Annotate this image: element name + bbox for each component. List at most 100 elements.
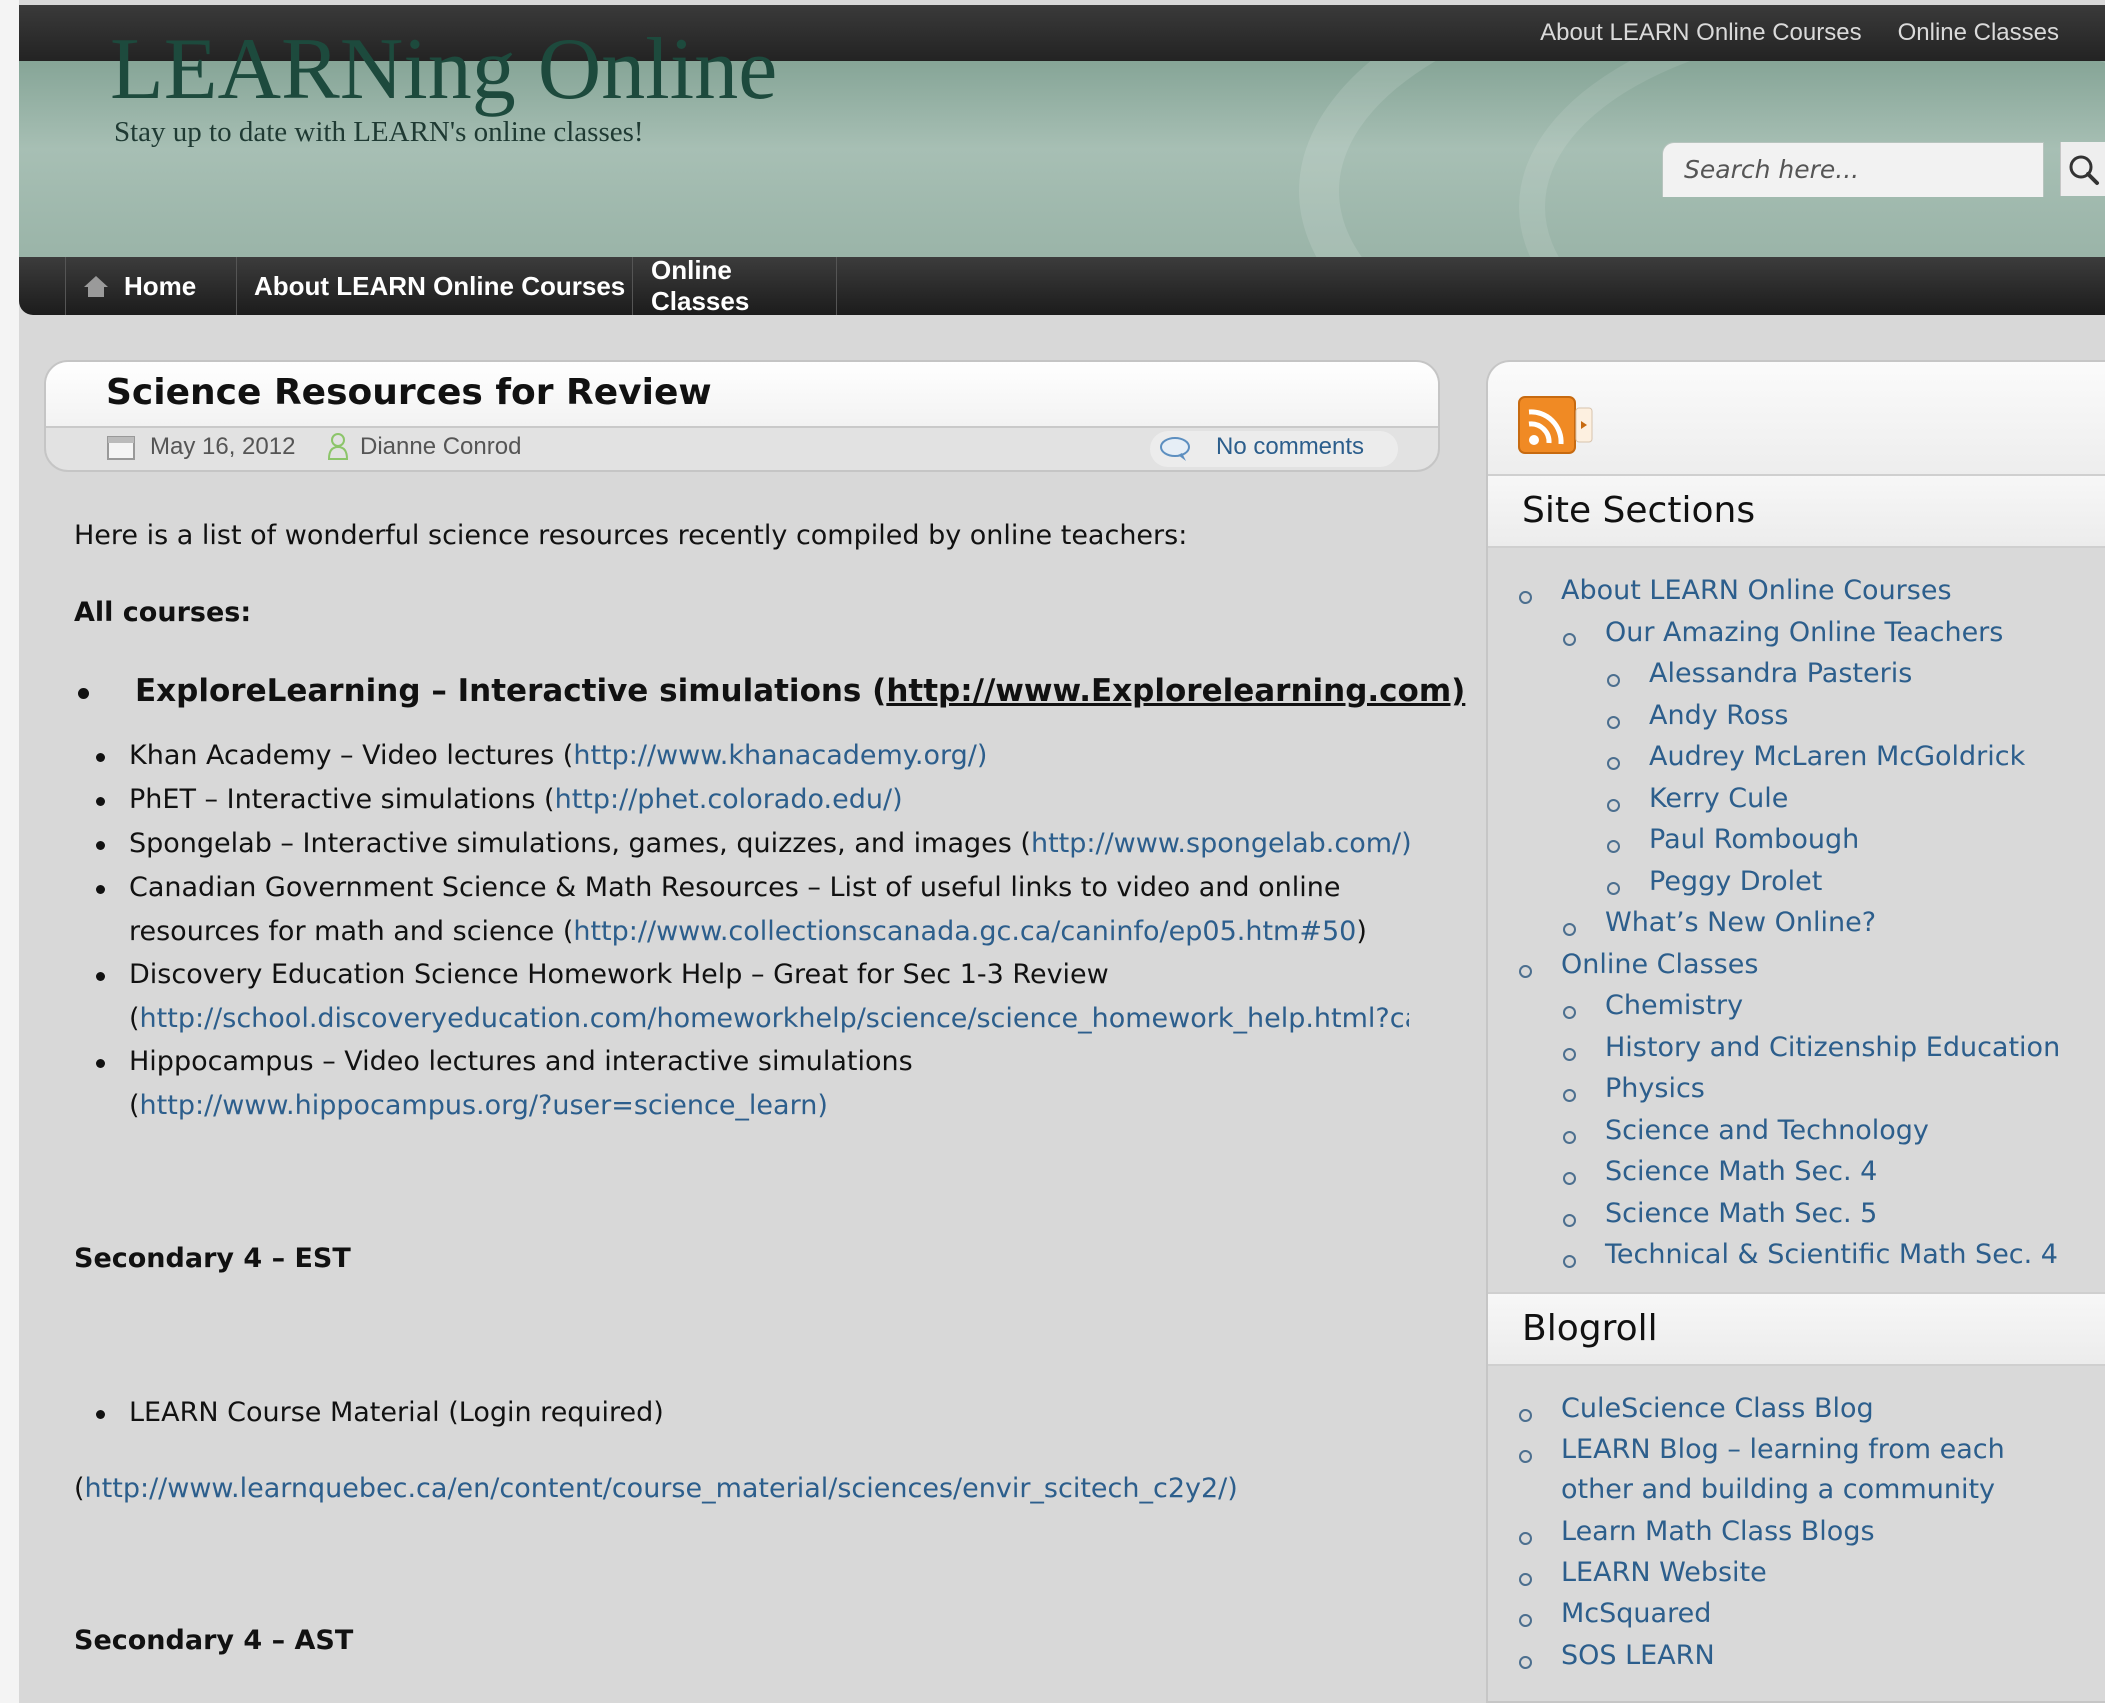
post-comments-link[interactable]: No comments bbox=[1216, 433, 1364, 461]
comment-icon bbox=[1160, 437, 1190, 461]
site-section-link[interactable]: Chemistry bbox=[1605, 990, 1743, 1021]
resource-item-line1: Canadian Government Science & Math Resou… bbox=[129, 872, 1341, 903]
post-author[interactable]: Dianne Conrod bbox=[360, 433, 521, 461]
site-section-link[interactable]: Andy Ross bbox=[1649, 700, 1788, 731]
site-section-link[interactable]: What’s New Online? bbox=[1605, 907, 1876, 938]
blogroll-link[interactable]: SOS LEARN bbox=[1561, 1640, 1715, 1671]
resource-item-line1: Hippocampus – Video lectures and interac… bbox=[129, 1046, 913, 1077]
page: About LEARN Online Courses Online Classe… bbox=[0, 0, 2105, 1703]
site-section-link[interactable]: Online Classes bbox=[1561, 949, 1758, 980]
list-bullet bbox=[1607, 840, 1620, 853]
nav-home-label: Home bbox=[124, 270, 197, 301]
author-icon bbox=[327, 433, 349, 460]
nav-home[interactable]: Home bbox=[65, 257, 237, 315]
resource-item-line2: (http://www.hippocampus.org/?user=scienc… bbox=[129, 1090, 828, 1121]
site-sections-title: Site Sections bbox=[1522, 490, 1756, 531]
list-bullet bbox=[1607, 881, 1620, 895]
site-section-link[interactable]: Science Math Sec. 5 bbox=[1605, 1198, 1877, 1229]
blogroll-title: Blogroll bbox=[1522, 1308, 1658, 1349]
list-bullet bbox=[1563, 923, 1576, 936]
site-section-link[interactable]: Our Amazing Online Teachers bbox=[1605, 617, 2003, 648]
list-bullet bbox=[1519, 1656, 1532, 1669]
list-bullet bbox=[1607, 757, 1620, 770]
site-section-link[interactable]: Audrey McLaren McGoldrick bbox=[1649, 741, 2025, 772]
site-section-link[interactable]: Kerry Cule bbox=[1649, 783, 1788, 814]
list-bullet bbox=[1607, 674, 1620, 687]
featured-resource-link[interactable]: http://www.Explorelearning.com) bbox=[886, 673, 1465, 709]
resource-link[interactable]: http://school.discoveryeducation.com/hom… bbox=[140, 1003, 1409, 1034]
learn-course-link[interactable]: http://www.learnquebec.ca/en/content/cou… bbox=[85, 1473, 1238, 1504]
bullet bbox=[96, 797, 105, 806]
top-link-about[interactable]: About LEARN Online Courses bbox=[1540, 19, 1862, 47]
site-section-link[interactable]: Technical & Scientific Math Sec. 4 bbox=[1605, 1239, 2058, 1270]
site-section-link[interactable]: Physics bbox=[1605, 1073, 1705, 1104]
widget-title-blogroll: Blogroll bbox=[1488, 1292, 2105, 1366]
list-bullet bbox=[1519, 1450, 1532, 1463]
list-bullet bbox=[1563, 1006, 1576, 1019]
bullet bbox=[96, 1059, 105, 1068]
page-edge bbox=[0, 0, 19, 1703]
featured-resource-text: ExploreLearning – Interactive simulation… bbox=[135, 673, 887, 709]
blogroll-link[interactable]: LEARN Blog – learning from each bbox=[1561, 1434, 2005, 1465]
resource-item: Khan Academy – Video lectures (http://ww… bbox=[129, 740, 988, 771]
list-bullet bbox=[1563, 1172, 1576, 1185]
post-date: May 16, 2012 bbox=[150, 433, 296, 460]
resource-item: PhET – Interactive simulations (http://p… bbox=[129, 784, 903, 815]
resource-link[interactable]: http://www.khanacademy.org/) bbox=[573, 740, 987, 771]
bullet bbox=[96, 841, 105, 850]
rss-icon[interactable] bbox=[1518, 396, 1594, 456]
bullet bbox=[96, 972, 105, 981]
resource-item-line2: resources for math and science (http://w… bbox=[129, 916, 1367, 947]
list-bullet bbox=[1563, 1130, 1576, 1144]
list-bullet bbox=[1607, 715, 1620, 729]
top-link-classes[interactable]: Online Classes bbox=[1898, 19, 2059, 47]
calendar-icon bbox=[107, 436, 135, 460]
resource-item: Spongelab – Interactive simulations, gam… bbox=[129, 828, 1412, 859]
widget-title-site-sections: Site Sections bbox=[1488, 474, 2105, 548]
bullet bbox=[96, 1410, 105, 1419]
site-section-link[interactable]: Peggy Drolet bbox=[1649, 866, 1822, 897]
blogroll-link[interactable]: LEARN Website bbox=[1561, 1557, 1767, 1588]
list-bullet bbox=[1563, 1255, 1576, 1268]
list-bullet bbox=[1519, 1409, 1532, 1422]
list-bullet bbox=[1519, 964, 1532, 978]
nav-online-classes[interactable]: Online Classes bbox=[633, 255, 837, 316]
site-section-link[interactable]: History and Citizenship Education bbox=[1605, 1032, 2060, 1063]
search-button[interactable] bbox=[2060, 142, 2105, 196]
resource-link[interactable]: http://www.collectionscanada.gc.ca/canin… bbox=[573, 916, 1356, 947]
resource-item-line2: (http://school.discoveryeducation.com/ho… bbox=[129, 1003, 1409, 1034]
blogroll-link[interactable]: McSquared bbox=[1561, 1598, 1711, 1629]
post-intro: Here is a list of wonderful science reso… bbox=[74, 520, 1188, 551]
bullet bbox=[96, 885, 105, 894]
resource-link[interactable]: http://www.hippocampus.org/?user=science… bbox=[140, 1090, 828, 1121]
site-section-link[interactable]: Alessandra Pasteris bbox=[1649, 658, 1912, 689]
blogroll-link[interactable]: Learn Math Class Blogs bbox=[1561, 1516, 1875, 1547]
nav-about[interactable]: About LEARN Online Courses bbox=[237, 257, 633, 315]
site-section-link[interactable]: Science Math Sec. 4 bbox=[1605, 1156, 1877, 1187]
site-section-link[interactable]: About LEARN Online Courses bbox=[1561, 575, 1952, 606]
learn-course-link-line: (http://www.learnquebec.ca/en/content/co… bbox=[74, 1473, 1238, 1504]
site-section-link[interactable]: Paul Rombough bbox=[1649, 824, 1859, 855]
site-description: Stay up to date with LEARN's online clas… bbox=[114, 116, 644, 148]
post-title[interactable]: Science Resources for Review bbox=[106, 372, 712, 413]
list-bullet bbox=[1519, 1573, 1532, 1586]
list-bullet bbox=[1563, 632, 1576, 646]
list-bullet bbox=[1519, 1614, 1532, 1627]
featured-resource: ExploreLearning – Interactive simulation… bbox=[135, 673, 1465, 709]
list-bullet bbox=[1607, 798, 1620, 812]
learn-course-material: LEARN Course Material (Login required) bbox=[129, 1397, 664, 1428]
search-icon bbox=[2069, 155, 2099, 185]
blogroll-link[interactable]: other and building a community bbox=[1561, 1474, 1995, 1505]
all-courses-heading: All courses: bbox=[74, 597, 252, 628]
main-nav: Home About LEARN Online Courses Online C… bbox=[19, 255, 2105, 316]
site-title[interactable]: LEARNing Online bbox=[110, 26, 777, 114]
blogroll-link[interactable]: CuleScience Class Blog bbox=[1561, 1393, 1874, 1424]
nav-about-label: About LEARN Online Courses bbox=[254, 270, 626, 301]
bullet bbox=[78, 688, 89, 699]
search-input[interactable] bbox=[1684, 146, 2024, 192]
home-icon bbox=[84, 276, 108, 297]
resource-link[interactable]: http://www.spongelab.com/) bbox=[1031, 828, 1412, 859]
list-bullet bbox=[1519, 1532, 1532, 1545]
resource-link[interactable]: http://phet.colorado.edu/) bbox=[555, 784, 903, 815]
site-section-link[interactable]: Science and Technology bbox=[1605, 1115, 1929, 1146]
